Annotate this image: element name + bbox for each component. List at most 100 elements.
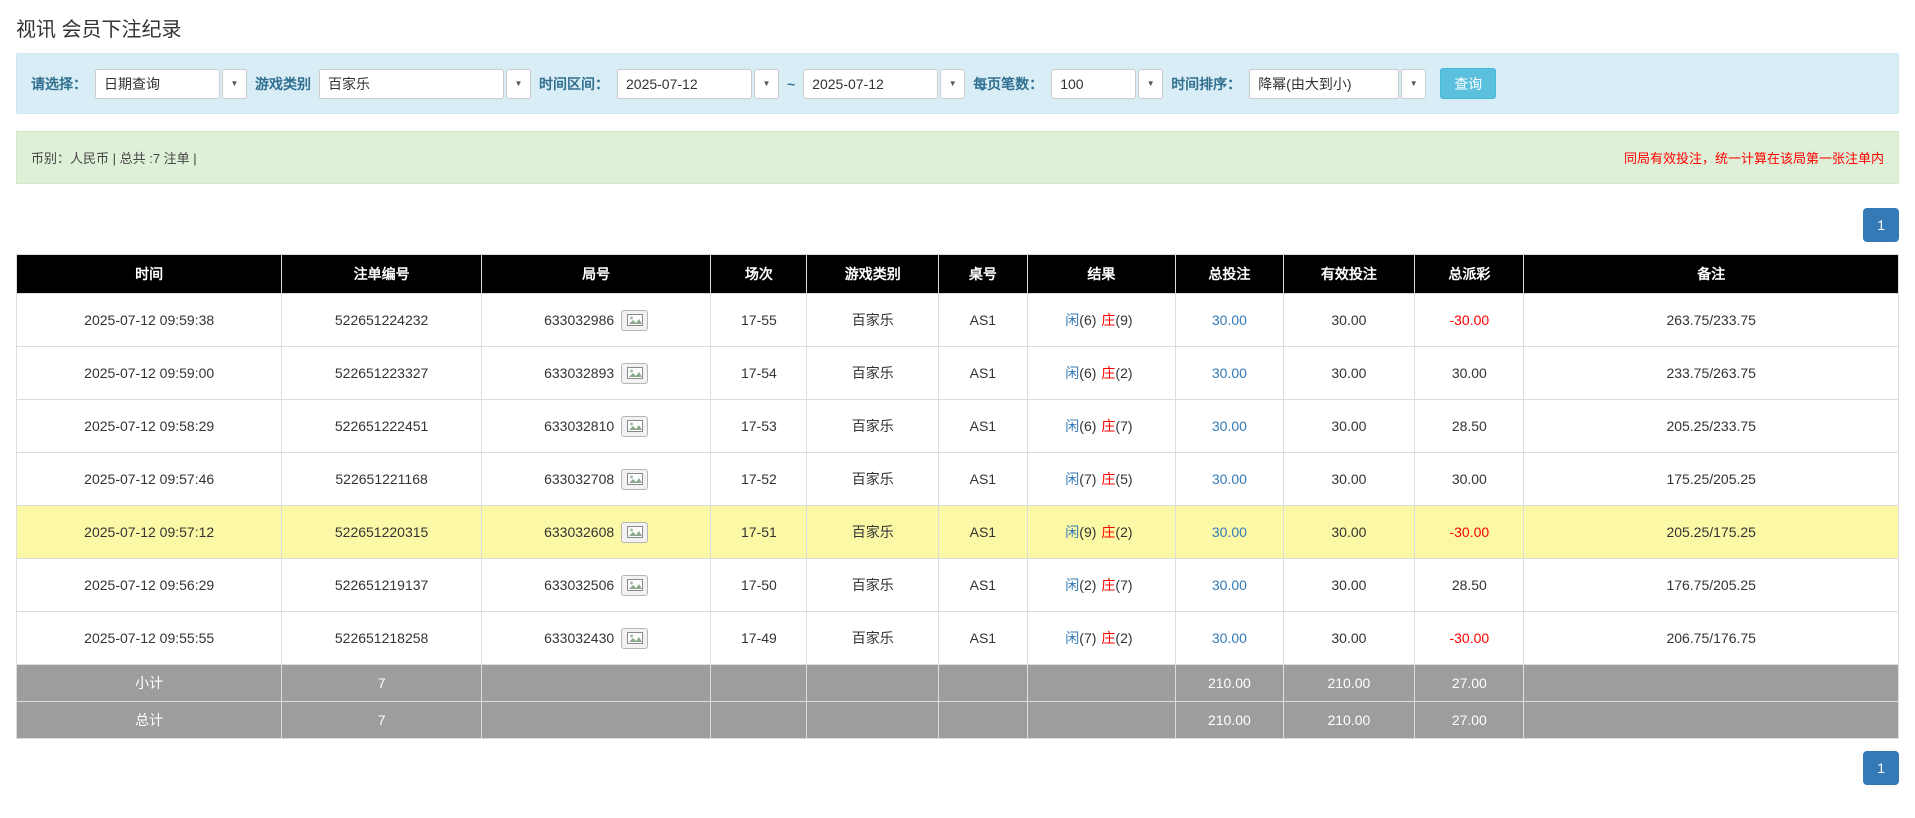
cell-total-bet: 30.00: [1175, 293, 1284, 348]
cell-payout: 30.00: [1414, 452, 1525, 507]
subtotal-row: 小计 7 210.00 210.00 27.00: [15, 664, 1899, 703]
cell-remark: 233.75/263.75: [1523, 346, 1899, 401]
cell-bet-id: 522651223327: [281, 346, 482, 401]
view-cards-icon[interactable]: [621, 415, 649, 437]
sort-dropdown-button[interactable]: ▼: [1401, 68, 1427, 99]
cell-game-type: 百家乐: [806, 452, 940, 507]
cell-bet-id: 522651222451: [281, 399, 482, 454]
query-button[interactable]: 查询: [1440, 68, 1497, 99]
column-header: 局号: [480, 254, 712, 295]
total-bet-link[interactable]: 30.00: [1212, 471, 1247, 487]
query-type-input[interactable]: [95, 68, 220, 99]
game-type-combobox: ▼: [319, 68, 531, 99]
cell-remark: 263.75/233.75: [1523, 293, 1899, 348]
cell-valid-bet: 30.00: [1282, 346, 1416, 401]
date-from-input[interactable]: [617, 68, 752, 99]
cell-total-bet: 30.00: [1175, 558, 1284, 613]
cell-payout: 28.50: [1414, 399, 1525, 454]
page-1-button[interactable]: 1: [1863, 751, 1899, 786]
total-bet-link[interactable]: 30.00: [1212, 418, 1247, 434]
view-cards-icon[interactable]: [621, 574, 649, 596]
cell-result: 闲(6) 庄(9): [1026, 293, 1177, 348]
game-type-input[interactable]: [319, 68, 504, 99]
cell-game-type: 百家乐: [806, 505, 940, 560]
sort-label: 时间排序：: [1171, 75, 1242, 92]
table-row: 2025-07-12 09:58:29 522651222451 6330328…: [15, 399, 1899, 454]
cell-session: 17-55: [710, 293, 808, 348]
cell-session: 17-49: [710, 611, 808, 666]
cell-table-no: AS1: [938, 611, 1028, 666]
chevron-down-icon: ▼: [1146, 78, 1155, 88]
table-row: 2025-07-12 09:57:46 522651221168 6330327…: [15, 452, 1899, 507]
cell-remark: 175.25/205.25: [1523, 452, 1899, 507]
valid-bet-notice: 同局有效投注，统一计算在该局第一张注单内: [1623, 151, 1884, 166]
cell-table-no: AS1: [938, 293, 1028, 348]
cell-valid-bet: 30.00: [1282, 399, 1416, 454]
total-label: 总计: [15, 701, 283, 740]
cell-time: 2025-07-12 09:59:38: [15, 293, 283, 348]
table-row: 2025-07-12 09:57:12 522651220315 6330326…: [15, 505, 1899, 560]
date-from-combobox: ▼: [617, 68, 779, 99]
cell-time: 2025-07-12 09:57:46: [15, 452, 283, 507]
date-to-dropdown-button[interactable]: ▼: [940, 68, 966, 99]
date-from-dropdown-button[interactable]: ▼: [754, 68, 779, 99]
cell-payout: -30.00: [1414, 293, 1525, 348]
column-header: 总派彩: [1414, 254, 1525, 295]
total-bet-link[interactable]: 30.00: [1212, 365, 1247, 381]
pagination-bottom: 1: [16, 751, 1899, 786]
table-row: 2025-07-12 09:56:29 522651219137 6330325…: [15, 558, 1899, 613]
page-size-input[interactable]: [1051, 68, 1137, 99]
cell-remark: 205.25/233.75: [1523, 399, 1899, 454]
view-cards-icon[interactable]: [621, 362, 649, 384]
subtotal-total-bet: 210.00: [1175, 664, 1284, 703]
game-type-dropdown-button[interactable]: ▼: [506, 68, 531, 99]
cell-total-bet: 30.00: [1175, 452, 1284, 507]
cell-payout: 28.50: [1414, 558, 1525, 613]
cell-game-type: 百家乐: [806, 399, 940, 454]
total-bet-link[interactable]: 30.00: [1212, 312, 1247, 328]
cell-time: 2025-07-12 09:57:12: [15, 505, 283, 560]
date-to-input[interactable]: [803, 68, 939, 99]
cell-bet-id: 522651224232: [281, 293, 482, 348]
sort-input[interactable]: [1249, 68, 1400, 99]
page-size-dropdown-button[interactable]: ▼: [1138, 68, 1164, 99]
view-cards-icon[interactable]: [621, 521, 649, 543]
total-row: 总计 7 210.00 210.00 27.00: [15, 701, 1899, 740]
total-bet-link[interactable]: 30.00: [1212, 577, 1247, 593]
date-to-combobox: ▼: [803, 68, 966, 99]
cell-remark: 206.75/176.75: [1523, 611, 1899, 666]
cell-valid-bet: 30.00: [1282, 293, 1416, 348]
total-payout: 27.00: [1414, 701, 1525, 740]
cell-game-type: 百家乐: [806, 346, 940, 401]
cell-result: 闲(7) 庄(2): [1026, 611, 1177, 666]
cell-table-no: AS1: [938, 452, 1028, 507]
cell-game-type: 百家乐: [806, 611, 940, 666]
query-type-dropdown-button[interactable]: ▼: [222, 68, 247, 99]
cell-result: 闲(6) 庄(2): [1026, 346, 1177, 401]
cell-time: 2025-07-12 09:56:29: [15, 558, 283, 613]
subtotal-label: 小计: [15, 664, 283, 703]
chevron-down-icon: ▼: [1409, 78, 1418, 88]
cell-session: 17-53: [710, 399, 808, 454]
game-type-label: 游戏类别: [255, 75, 311, 92]
page-size-label: 每页笔数：: [973, 75, 1044, 92]
select-label: 请选择：: [31, 75, 87, 92]
cell-payout: 30.00: [1414, 346, 1525, 401]
page-size-combobox: ▼: [1051, 68, 1164, 99]
total-bet-link[interactable]: 30.00: [1212, 630, 1247, 646]
page: 视讯 会员下注纪录 请选择： ▼ 游戏类别 ▼ 时间区间： ▼ ~ ▼ 每页笔数…: [0, 0, 1915, 805]
chevron-down-icon: ▼: [230, 78, 239, 88]
subtotal-payout: 27.00: [1414, 664, 1525, 703]
total-bet-link[interactable]: 30.00: [1212, 524, 1247, 540]
pagination-top: 1: [16, 208, 1899, 243]
chevron-down-icon: ▼: [514, 78, 523, 88]
cell-time: 2025-07-12 09:55:55: [15, 611, 283, 666]
view-cards-icon[interactable]: [621, 468, 649, 490]
cell-valid-bet: 30.00: [1282, 611, 1416, 666]
view-cards-icon[interactable]: [621, 627, 649, 649]
cell-payout: -30.00: [1414, 611, 1525, 666]
total-count: 7: [281, 701, 482, 740]
view-cards-icon[interactable]: [621, 309, 649, 331]
page-1-button[interactable]: 1: [1863, 208, 1899, 243]
cell-valid-bet: 30.00: [1282, 505, 1416, 560]
